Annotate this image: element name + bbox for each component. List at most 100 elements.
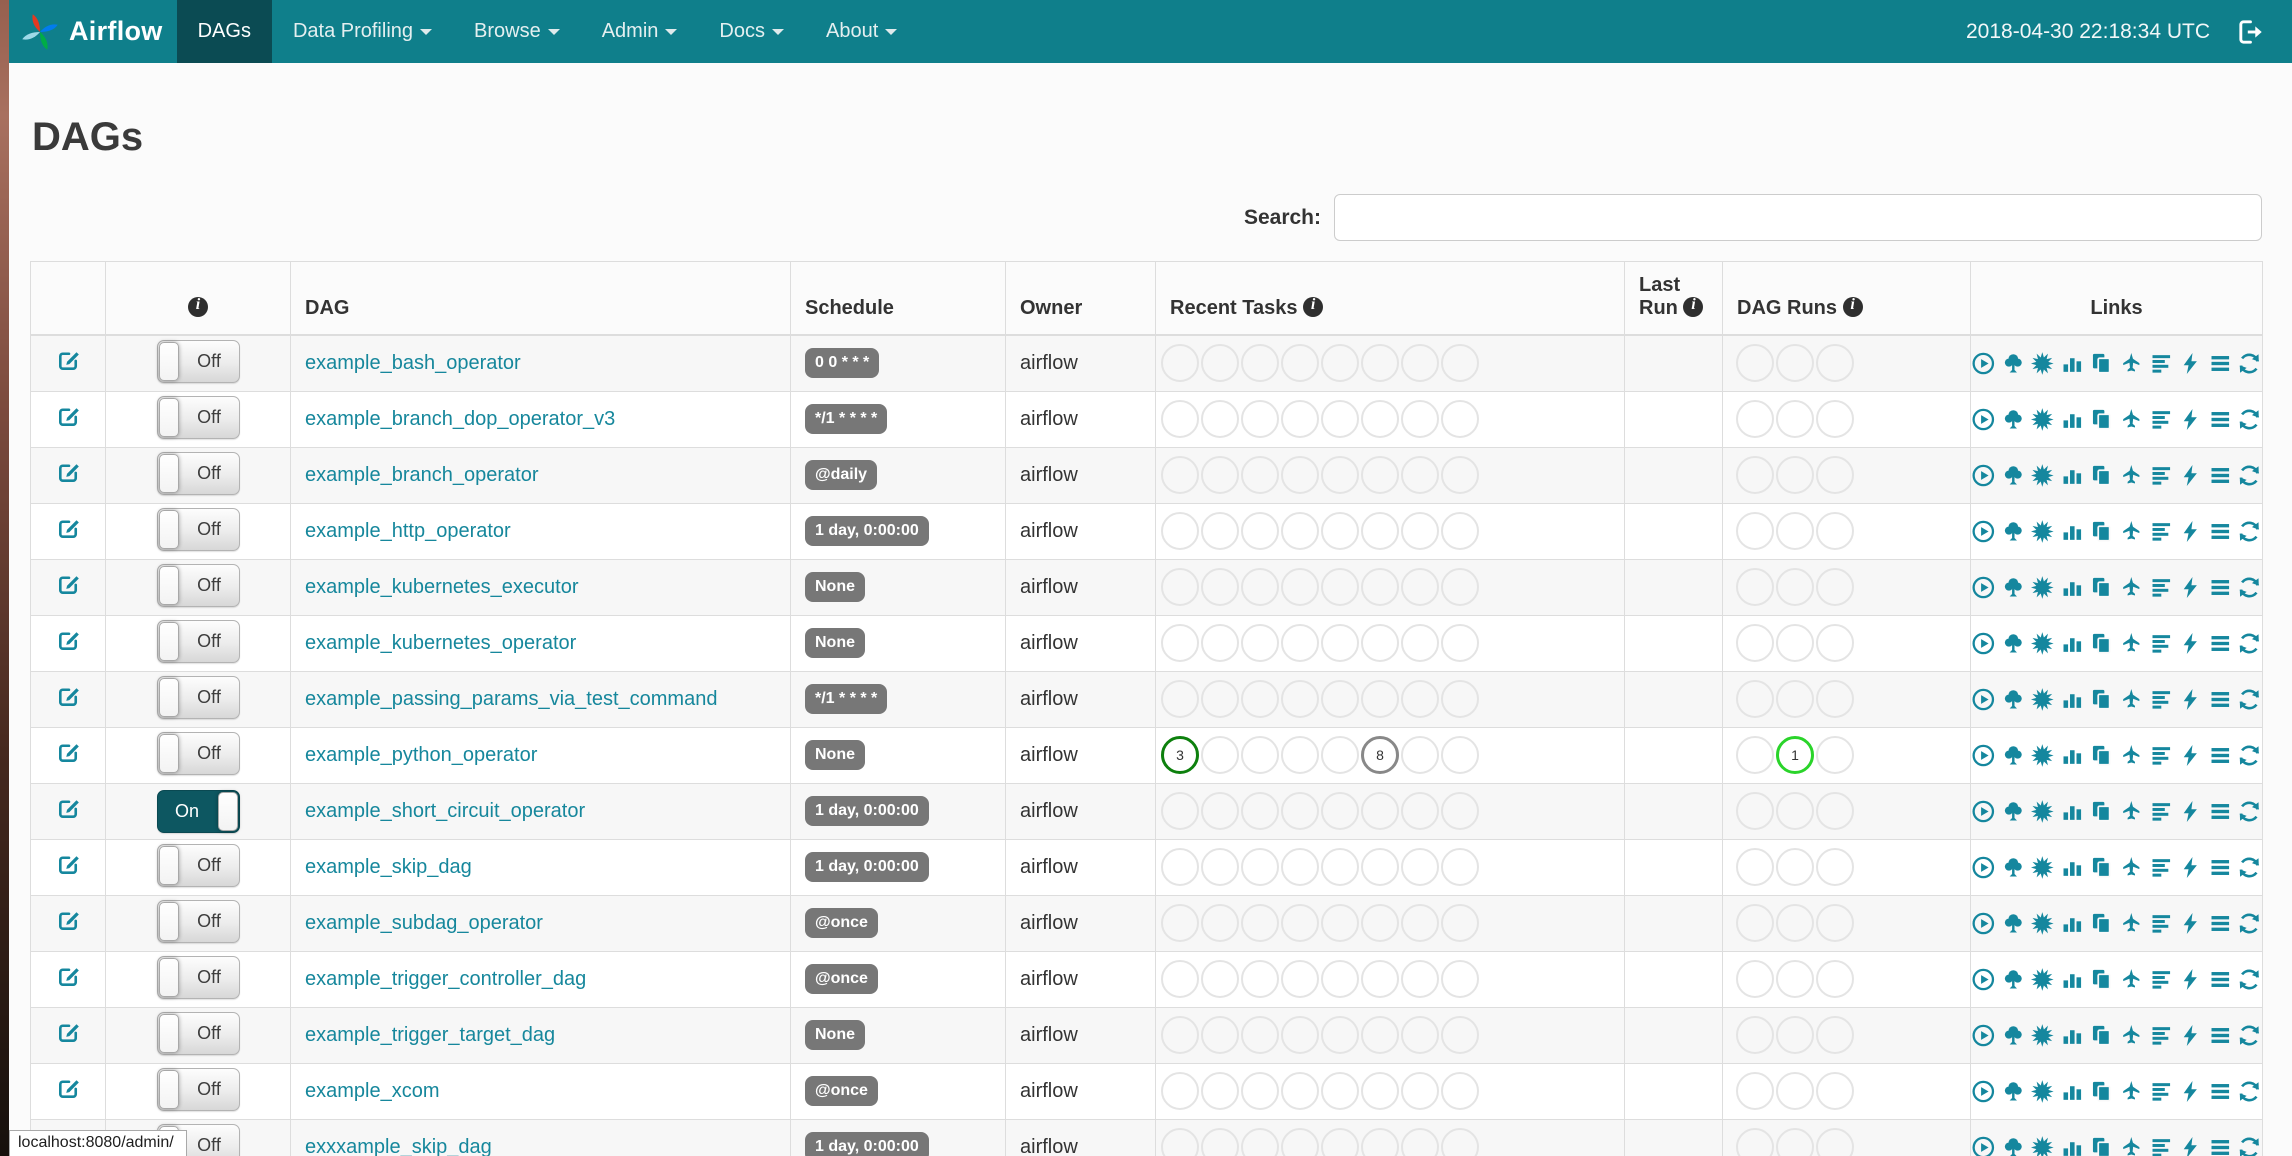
task-state-circle[interactable] — [1441, 1016, 1479, 1054]
task-state-circle[interactable] — [1361, 624, 1399, 662]
task-state-circle[interactable] — [1361, 848, 1399, 886]
task-state-circle[interactable] — [1201, 792, 1239, 830]
dag-run-state-circle[interactable] — [1776, 1072, 1814, 1110]
task-state-circle[interactable] — [1281, 848, 1319, 886]
logs-icon[interactable] — [2178, 1022, 2203, 1049]
dag-pause-toggle[interactable]: On — [156, 789, 240, 833]
refresh-icon[interactable] — [2237, 630, 2262, 657]
gantt-chart-icon[interactable] — [2119, 574, 2144, 601]
task-state-circle[interactable] — [1161, 512, 1199, 550]
task-state-circle[interactable] — [1241, 680, 1279, 718]
task-duration-icon[interactable] — [2060, 1078, 2085, 1105]
task-state-circle[interactable] — [1241, 568, 1279, 606]
schedule-badge[interactable]: */1 * * * * — [805, 404, 888, 434]
task-state-circle[interactable] — [1201, 568, 1239, 606]
nav-item-data-profiling[interactable]: Data Profiling — [272, 0, 453, 63]
task-state-circle[interactable] — [1161, 1016, 1199, 1054]
dag-run-state-circle[interactable] — [1776, 1128, 1814, 1156]
task-state-circle[interactable] — [1161, 960, 1199, 998]
task-state-circle[interactable] — [1441, 568, 1479, 606]
tree-view-icon[interactable] — [2001, 462, 2026, 489]
task-state-circle[interactable] — [1161, 1072, 1199, 1110]
task-state-circle[interactable] — [1201, 456, 1239, 494]
task-state-circle[interactable] — [1201, 960, 1239, 998]
info-icon[interactable] — [1842, 296, 1863, 317]
dag-run-state-circle[interactable] — [1736, 568, 1774, 606]
dag-link[interactable]: example_trigger_target_dag — [305, 1024, 555, 1046]
dag-run-state-circle[interactable] — [1776, 512, 1814, 550]
refresh-icon[interactable] — [2237, 1022, 2262, 1049]
schedule-badge[interactable]: 0 0 * * * — [805, 348, 880, 378]
task-duration-icon[interactable] — [2060, 350, 2085, 377]
graph-view-icon[interactable] — [2030, 1134, 2055, 1156]
task-state-circle[interactable] — [1401, 680, 1439, 718]
landing-times-icon[interactable] — [2089, 686, 2114, 713]
task-state-circle[interactable] — [1361, 1016, 1399, 1054]
code-view-icon[interactable] — [2208, 686, 2233, 713]
refresh-icon[interactable] — [2237, 518, 2262, 545]
graph-view-icon[interactable] — [2030, 350, 2055, 377]
trigger-dag-icon[interactable] — [1971, 1022, 1996, 1049]
logout-icon[interactable] — [2236, 17, 2266, 47]
code-view-icon[interactable] — [2208, 854, 2233, 881]
edit-dag-icon[interactable] — [55, 627, 82, 654]
task-state-circle[interactable] — [1361, 568, 1399, 606]
dag-link[interactable]: example_kubernetes_operator — [305, 632, 576, 654]
dag-pause-toggle[interactable]: Off — [156, 452, 240, 495]
task-state-circle[interactable] — [1241, 456, 1279, 494]
details-icon[interactable] — [2149, 798, 2174, 825]
task-duration-icon[interactable] — [2060, 854, 2085, 881]
trigger-dag-icon[interactable] — [1971, 518, 1996, 545]
graph-view-icon[interactable] — [2030, 966, 2055, 993]
task-state-circle[interactable] — [1441, 736, 1479, 774]
task-state-circle[interactable] — [1321, 624, 1359, 662]
dag-run-state-circle[interactable] — [1816, 960, 1854, 998]
task-duration-icon[interactable] — [2060, 406, 2085, 433]
schedule-badge[interactable]: None — [805, 572, 865, 602]
logs-icon[interactable] — [2178, 686, 2203, 713]
dag-run-state-circle[interactable] — [1776, 624, 1814, 662]
schedule-badge[interactable]: 1 day, 0:00:00 — [805, 796, 929, 826]
edit-dag-icon[interactable] — [55, 907, 82, 934]
gantt-chart-icon[interactable] — [2119, 910, 2144, 937]
landing-times-icon[interactable] — [2089, 742, 2114, 769]
trigger-dag-icon[interactable] — [1971, 910, 1996, 937]
code-view-icon[interactable] — [2208, 1022, 2233, 1049]
task-state-circle[interactable] — [1241, 848, 1279, 886]
task-duration-icon[interactable] — [2060, 686, 2085, 713]
schedule-badge[interactable]: @once — [805, 1076, 878, 1106]
dag-link[interactable]: example_bash_operator — [305, 352, 521, 374]
schedule-badge[interactable]: */1 * * * * — [805, 684, 888, 714]
task-state-circle[interactable] — [1321, 848, 1359, 886]
dag-run-state-circle[interactable] — [1816, 792, 1854, 830]
dag-run-state-circle[interactable] — [1816, 680, 1854, 718]
gantt-chart-icon[interactable] — [2119, 1078, 2144, 1105]
task-state-circle[interactable] — [1441, 512, 1479, 550]
gantt-chart-icon[interactable] — [2119, 406, 2144, 433]
task-state-circle[interactable]: 8 — [1361, 736, 1399, 774]
task-state-circle[interactable] — [1281, 904, 1319, 942]
task-state-circle[interactable] — [1241, 400, 1279, 438]
dag-run-state-circle[interactable] — [1736, 456, 1774, 494]
details-icon[interactable] — [2149, 630, 2174, 657]
task-state-circle[interactable] — [1401, 624, 1439, 662]
landing-times-icon[interactable] — [2089, 1134, 2114, 1156]
task-state-circle[interactable] — [1161, 792, 1199, 830]
trigger-dag-icon[interactable] — [1971, 630, 1996, 657]
logs-icon[interactable] — [2178, 966, 2203, 993]
task-state-circle[interactable] — [1321, 512, 1359, 550]
tree-view-icon[interactable] — [2001, 798, 2026, 825]
task-duration-icon[interactable] — [2060, 1134, 2085, 1156]
dag-pause-toggle[interactable]: Off — [156, 1012, 240, 1055]
details-icon[interactable] — [2149, 574, 2174, 601]
dag-pause-toggle[interactable]: Off — [156, 1068, 240, 1111]
dag-link[interactable]: example_http_operator — [305, 520, 511, 542]
dag-run-state-circle[interactable] — [1736, 680, 1774, 718]
task-state-circle[interactable] — [1401, 1128, 1439, 1156]
graph-view-icon[interactable] — [2030, 686, 2055, 713]
trigger-dag-icon[interactable] — [1971, 1134, 1996, 1156]
task-state-circle[interactable] — [1321, 456, 1359, 494]
dag-link[interactable]: example_trigger_controller_dag — [305, 968, 586, 990]
dag-pause-toggle[interactable]: Off — [156, 396, 240, 439]
task-state-circle[interactable] — [1441, 400, 1479, 438]
